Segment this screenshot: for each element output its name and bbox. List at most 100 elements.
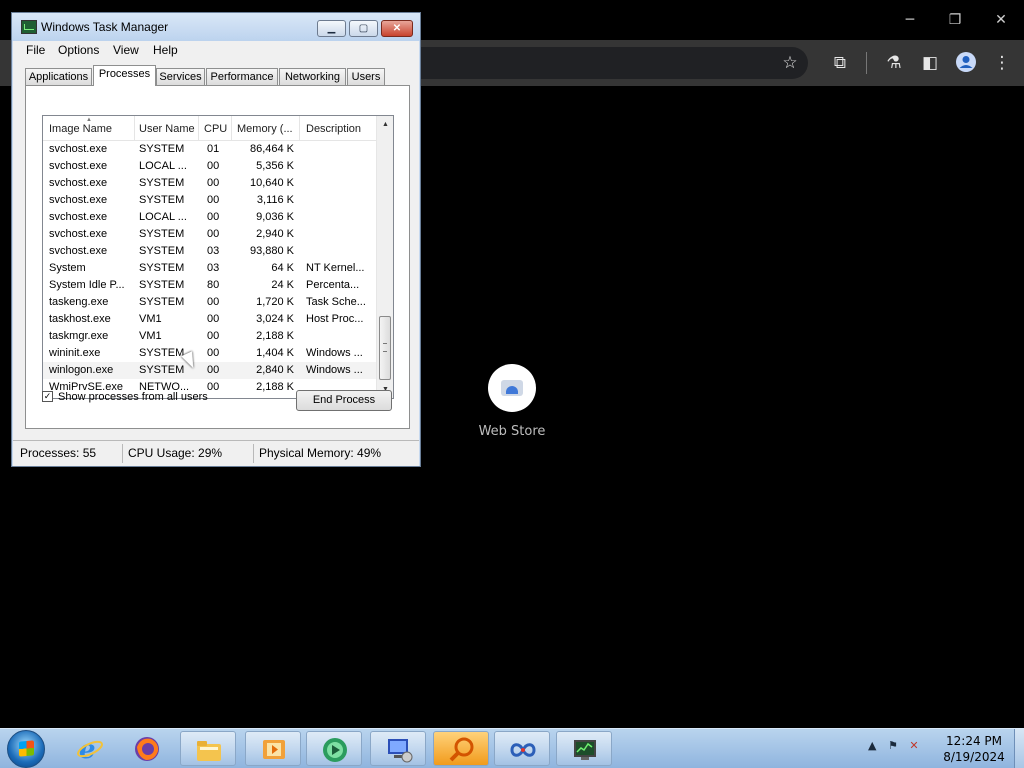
webstore-shortcut[interactable]: Web Store bbox=[472, 364, 552, 439]
menu-options[interactable]: Options bbox=[58, 43, 99, 57]
vertical-scrollbar[interactable]: ▲ ▼ bbox=[376, 116, 393, 398]
column-description[interactable]: Description bbox=[306, 123, 361, 135]
cell-user-name: SYSTEM bbox=[139, 245, 185, 257]
task-manager-window: Windows Task Manager ▁ ▢ ✕ File Options … bbox=[11, 12, 421, 467]
labs-icon[interactable]: ⚗ bbox=[882, 51, 906, 75]
cell-user-name: SYSTEM bbox=[139, 194, 185, 206]
show-hidden-icons-icon[interactable]: ▲ bbox=[868, 739, 876, 752]
task-manager-titlebar[interactable]: Windows Task Manager ▁ ▢ ✕ bbox=[12, 13, 420, 41]
table-row[interactable]: taskhost.exe VM1 00 3,024 K Host Proc... bbox=[43, 311, 376, 328]
table-row[interactable]: System SYSTEM 03 64 K NT Kernel... bbox=[43, 260, 376, 277]
taskbar-infinity-app[interactable] bbox=[494, 731, 550, 766]
system-clock[interactable]: 12:24 PM 8/19/2024 bbox=[938, 733, 1010, 765]
taskbar: e ▲ ⚑ ✕ 12:24 PM 8/19/2024 bbox=[0, 728, 1024, 768]
table-row[interactable]: System Idle P... SYSTEM 80 24 K Percenta... bbox=[43, 277, 376, 294]
minimize-button[interactable]: ▁ bbox=[317, 20, 346, 37]
taskbar-media-player[interactable] bbox=[245, 731, 301, 766]
extensions-icon[interactable]: ⧉ bbox=[828, 51, 852, 75]
column-memory[interactable]: Memory (... bbox=[237, 123, 293, 135]
cell-user-name: VM1 bbox=[139, 313, 162, 325]
tab-users[interactable]: Users bbox=[347, 68, 385, 85]
tab-performance[interactable]: Performance bbox=[206, 68, 278, 85]
menu-icon[interactable]: ⋮ bbox=[990, 51, 1014, 75]
clock-date: 8/19/2024 bbox=[943, 750, 1005, 764]
cell-memory: 64 K bbox=[271, 262, 294, 274]
table-row[interactable]: svchost.exe SYSTEM 01 86,464 K bbox=[43, 141, 376, 158]
column-image-name[interactable]: Image Name bbox=[49, 123, 112, 135]
taskbar-firefox[interactable] bbox=[119, 731, 175, 766]
table-row[interactable]: svchost.exe SYSTEM 00 3,116 K bbox=[43, 192, 376, 209]
tab-processes[interactable]: Processes bbox=[93, 65, 156, 86]
show-all-users-checkbox[interactable]: ✓ bbox=[42, 391, 53, 402]
table-row[interactable]: svchost.exe LOCAL ... 00 5,356 K bbox=[43, 158, 376, 175]
cell-cpu: 00 bbox=[207, 228, 220, 240]
taskbar-internet-explorer[interactable]: e bbox=[62, 731, 118, 766]
cell-memory: 3,116 K bbox=[256, 194, 294, 206]
table-row[interactable]: svchost.exe SYSTEM 00 10,640 K bbox=[43, 175, 376, 192]
cell-image-name: svchost.exe bbox=[49, 211, 108, 223]
cell-user-name: LOCAL ... bbox=[139, 211, 187, 223]
maximize-button[interactable]: ▢ bbox=[349, 20, 378, 37]
end-process-button[interactable]: End Process bbox=[296, 390, 392, 411]
processes-panel: ▲ Image Name User Name CPU Memory (... D… bbox=[25, 85, 410, 429]
scroll-thumb[interactable] bbox=[379, 316, 391, 380]
cell-memory: 2,188 K bbox=[256, 381, 294, 393]
column-separator[interactable] bbox=[231, 116, 232, 140]
show-desktop-button[interactable] bbox=[1014, 729, 1024, 768]
chrome-close-button[interactable]: ✕ bbox=[981, 6, 1021, 34]
taskbar-file-explorer[interactable] bbox=[180, 731, 236, 766]
menu-view[interactable]: View bbox=[113, 43, 139, 57]
column-separator[interactable] bbox=[134, 116, 135, 140]
close-button[interactable]: ✕ bbox=[381, 20, 413, 37]
address-bar[interactable] bbox=[420, 47, 808, 79]
cell-description: Host Proc... bbox=[306, 313, 364, 325]
table-row[interactable]: svchost.exe SYSTEM 00 2,940 K bbox=[43, 226, 376, 243]
network-disconnected-icon[interactable]: ✕ bbox=[909, 739, 918, 752]
tab-networking[interactable]: Networking bbox=[279, 68, 346, 85]
scroll-up-icon[interactable]: ▲ bbox=[379, 117, 392, 132]
cell-cpu: 00 bbox=[207, 330, 220, 342]
taskbar-task-manager[interactable] bbox=[556, 731, 612, 766]
cell-user-name: SYSTEM bbox=[139, 177, 185, 189]
cell-cpu: 00 bbox=[207, 347, 220, 359]
column-separator[interactable] bbox=[299, 116, 300, 140]
cell-memory: 86,464 K bbox=[249, 143, 294, 155]
media-center-icon bbox=[321, 736, 349, 763]
chrome-restore-button[interactable]: ❐ bbox=[935, 6, 975, 34]
taskbar-remote-desktop[interactable] bbox=[370, 731, 426, 766]
window-title: Windows Task Manager bbox=[41, 20, 169, 34]
table-row[interactable]: wininit.exe SYSTEM 00 1,404 K Windows ... bbox=[43, 345, 376, 362]
file-explorer-icon bbox=[195, 736, 223, 763]
cell-memory: 93,880 K bbox=[249, 245, 294, 257]
cell-description: Windows ... bbox=[306, 347, 363, 359]
table-row[interactable]: svchost.exe LOCAL ... 00 9,036 K bbox=[43, 209, 376, 226]
cell-image-name: taskmgr.exe bbox=[49, 330, 109, 342]
column-separator[interactable] bbox=[198, 116, 199, 140]
table-row[interactable]: svchost.exe SYSTEM 03 93,880 K bbox=[43, 243, 376, 260]
cell-memory: 5,356 K bbox=[256, 160, 294, 172]
taskbar-search-tool[interactable] bbox=[433, 731, 489, 766]
status-cpu-usage: CPU Usage: 29% bbox=[128, 446, 223, 460]
search-magnifier-icon bbox=[448, 736, 476, 763]
tab-applications[interactable]: Applications bbox=[25, 68, 92, 85]
profile-icon[interactable] bbox=[954, 51, 978, 75]
column-user-name[interactable]: User Name bbox=[139, 123, 195, 135]
cell-user-name: LOCAL ... bbox=[139, 160, 187, 172]
cell-memory: 2,840 K bbox=[256, 364, 294, 376]
menu-file[interactable]: File bbox=[26, 43, 45, 57]
column-cpu[interactable]: CPU bbox=[204, 123, 227, 135]
status-bar: Processes: 55 CPU Usage: 29% Physical Me… bbox=[13, 440, 419, 466]
tab-services[interactable]: Services bbox=[156, 68, 205, 85]
menu-help[interactable]: Help bbox=[153, 43, 178, 57]
process-list[interactable]: ▲ Image Name User Name CPU Memory (... D… bbox=[42, 115, 394, 399]
start-button[interactable] bbox=[7, 730, 45, 768]
cell-cpu: 01 bbox=[207, 143, 220, 155]
table-row[interactable]: taskmgr.exe VM1 00 2,188 K bbox=[43, 328, 376, 345]
action-center-icon[interactable]: ⚑ bbox=[888, 739, 898, 752]
sidepanel-icon[interactable]: ◧ bbox=[918, 51, 942, 75]
star-icon[interactable]: ☆ bbox=[778, 51, 802, 75]
taskbar-media-center[interactable] bbox=[306, 731, 362, 766]
chrome-minimize-button[interactable]: ─ bbox=[890, 6, 930, 34]
table-row[interactable]: winlogon.exe SYSTEM 00 2,840 K Windows ... bbox=[43, 362, 376, 379]
table-row[interactable]: taskeng.exe SYSTEM 00 1,720 K Task Sche... bbox=[43, 294, 376, 311]
